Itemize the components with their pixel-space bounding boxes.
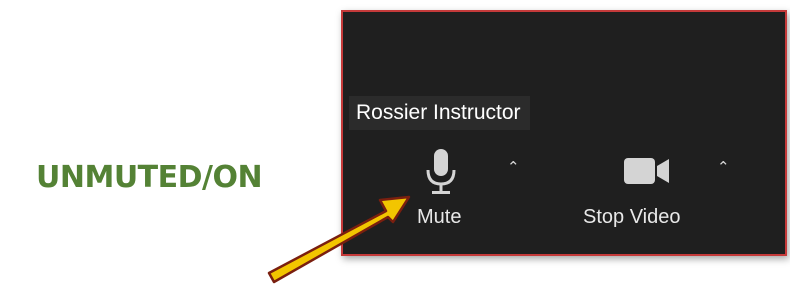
pointer-arrow-icon xyxy=(267,195,411,284)
stop-video-button[interactable]: Stop Video xyxy=(573,142,713,242)
mute-label: Mute xyxy=(417,206,462,228)
stop-video-label: Stop Video xyxy=(583,206,681,228)
microphone-icon xyxy=(426,149,456,194)
caret-up-icon[interactable]: ⌃ xyxy=(717,158,730,176)
caret-up-icon[interactable]: ⌃ xyxy=(507,158,520,176)
video-camera-icon xyxy=(624,158,669,184)
participant-name-tag: Rossier Instructor xyxy=(349,96,530,130)
